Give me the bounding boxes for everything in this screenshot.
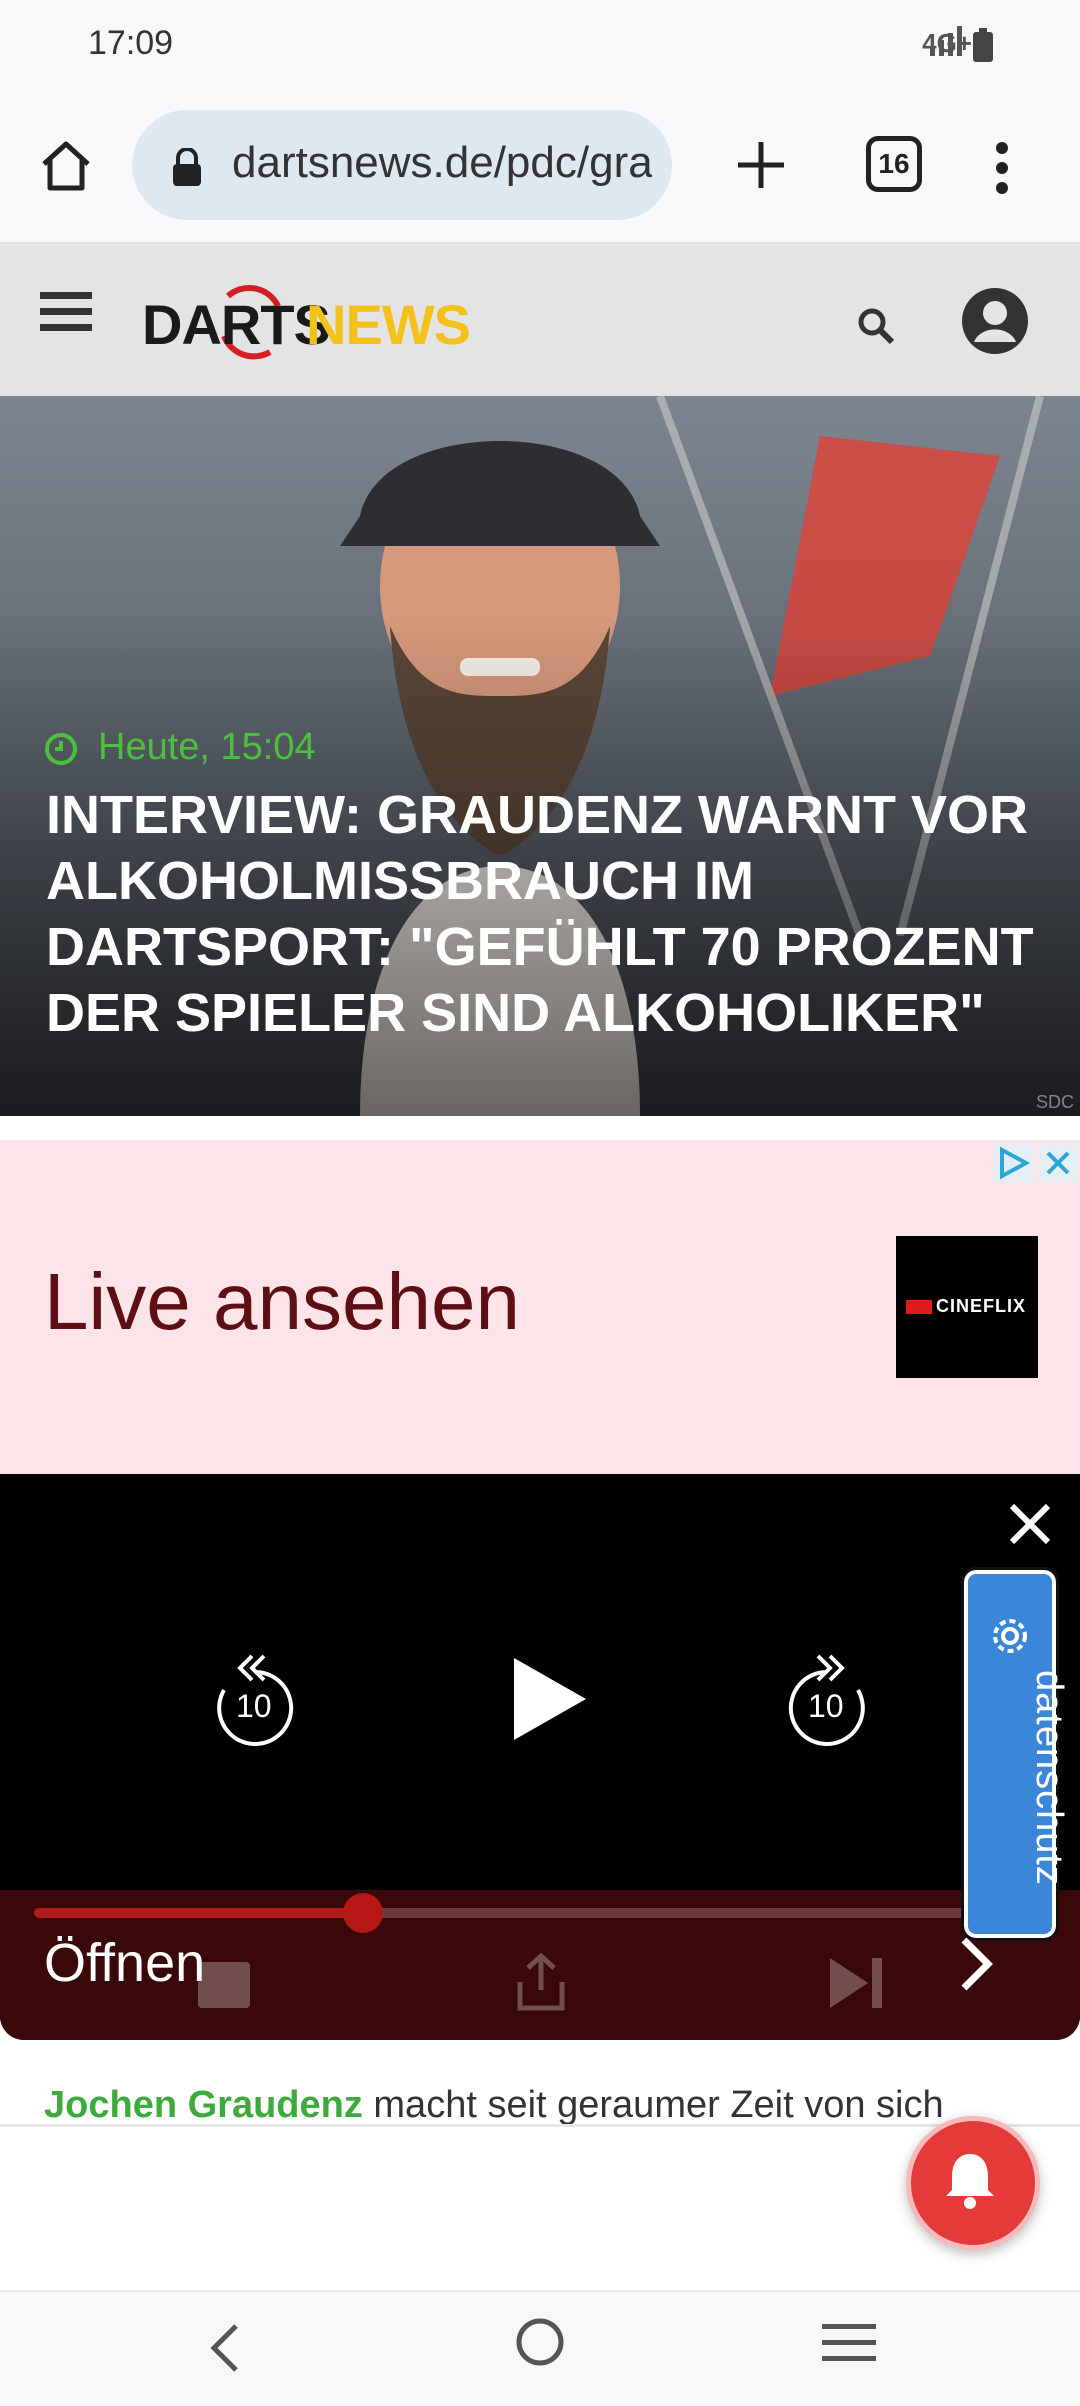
clock-icon [45, 733, 77, 765]
logo-darts[interactable]: DARTS [142, 292, 331, 357]
signal-icon [930, 26, 962, 56]
article-title[interactable]: Interview: Graudenz warnt vor Alkoholmis… [46, 782, 1036, 1046]
ad-choices-icon[interactable] [994, 1144, 1034, 1182]
share-icon[interactable] [514, 1952, 568, 2012]
ad-close-icon[interactable] [1038, 1144, 1078, 1182]
photo-credit: SDC [1035, 1092, 1074, 1112]
gear-icon [993, 1619, 1027, 1653]
author-link[interactable]: Jochen Graudenz [44, 2084, 363, 2126]
progress-fill [34, 1908, 363, 1918]
tabs-icon[interactable]: 16 [866, 136, 922, 192]
close-icon[interactable] [1006, 1500, 1054, 1548]
progress-handle[interactable] [343, 1893, 383, 1933]
rewind-seconds: 10 [236, 1688, 272, 1724]
url-text[interactable]: dartsnews.de/pdc/gra [232, 138, 652, 188]
ad-headline[interactable]: Live ansehen [44, 1256, 520, 1348]
chevron-right-icon[interactable] [956, 1936, 996, 1992]
ad-brand-name: CINEFLIX [936, 1296, 1027, 1316]
status-time: 17:09 [88, 24, 174, 62]
search-icon[interactable] [856, 306, 896, 346]
plus-icon[interactable] [732, 136, 790, 194]
battery-icon [973, 28, 993, 62]
account-icon[interactable] [960, 286, 1030, 356]
lock-icon [173, 148, 201, 186]
open-button[interactable]: Öffnen [44, 1932, 205, 1994]
skip-next-icon[interactable] [828, 1956, 884, 2010]
datenschutz-label: datenschutz [1028, 1670, 1070, 1886]
divider [0, 2124, 1080, 2127]
play-icon[interactable] [510, 1656, 590, 1742]
hero-image[interactable]: Heute, 15:04 Interview: Graudenz warnt v… [0, 396, 1080, 1116]
menu-icon[interactable] [40, 290, 92, 334]
home-circle-icon[interactable] [514, 2316, 566, 2368]
recents-icon[interactable] [822, 2320, 876, 2364]
more-vertical-icon[interactable] [992, 140, 1012, 196]
logo-news[interactable]: NEWS [306, 292, 471, 357]
article-text: macht seit geraumer Zeit von sich [362, 2084, 944, 2126]
forward-seconds: 10 [808, 1688, 844, 1724]
bell-icon [946, 2154, 994, 2209]
ad-brand-mark [906, 1300, 932, 1314]
article-date: Heute, 15:04 [98, 726, 316, 768]
home-icon[interactable] [38, 138, 94, 194]
back-icon[interactable] [210, 2322, 240, 2374]
